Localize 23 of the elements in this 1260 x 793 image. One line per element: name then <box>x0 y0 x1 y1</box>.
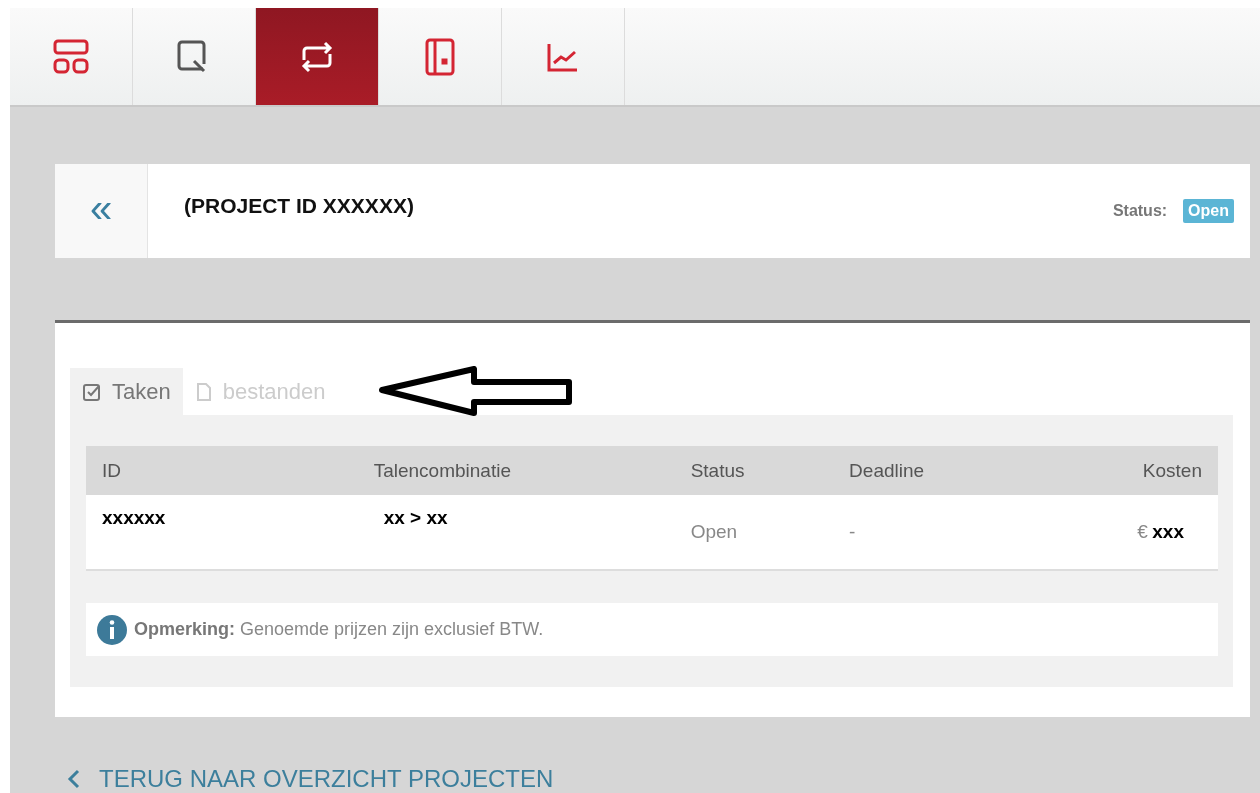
table-cell: xxxxxx <box>102 507 166 528</box>
table-cell: Open <box>690 521 738 542</box>
nav-tab[interactable] <box>256 8 379 105</box>
checkbox-icon <box>82 381 102 402</box>
column-header: Status <box>674 446 834 495</box>
back-link[interactable]: TERUG NAAR OVERZICHT PROJECTEN <box>67 765 1250 793</box>
chevron-left-icon <box>67 768 81 790</box>
column-header: Deadline <box>833 446 1083 495</box>
table-cell: xx > xx <box>383 507 448 528</box>
table-cell: - <box>849 521 856 542</box>
project-title: (PROJECT ID XXXXXX) <box>184 194 415 219</box>
status-badge: Open <box>1183 199 1234 223</box>
note-text: Opmerking: Genoemde prijzen zijn exclusief BTW. <box>134 619 544 640</box>
column-header: Talencombinatie <box>357 446 675 495</box>
column-header: ID <box>86 446 358 495</box>
currency-symbol: € <box>1137 521 1148 542</box>
tab[interactable]: Taken <box>70 368 183 415</box>
status-label: Status: <box>1112 202 1168 220</box>
back-button[interactable]: « <box>55 164 148 258</box>
file-icon <box>194 381 213 402</box>
column-header: Kosten <box>1082 446 1218 495</box>
table-cell: xxx <box>1152 521 1184 542</box>
info-icon <box>96 613 128 646</box>
